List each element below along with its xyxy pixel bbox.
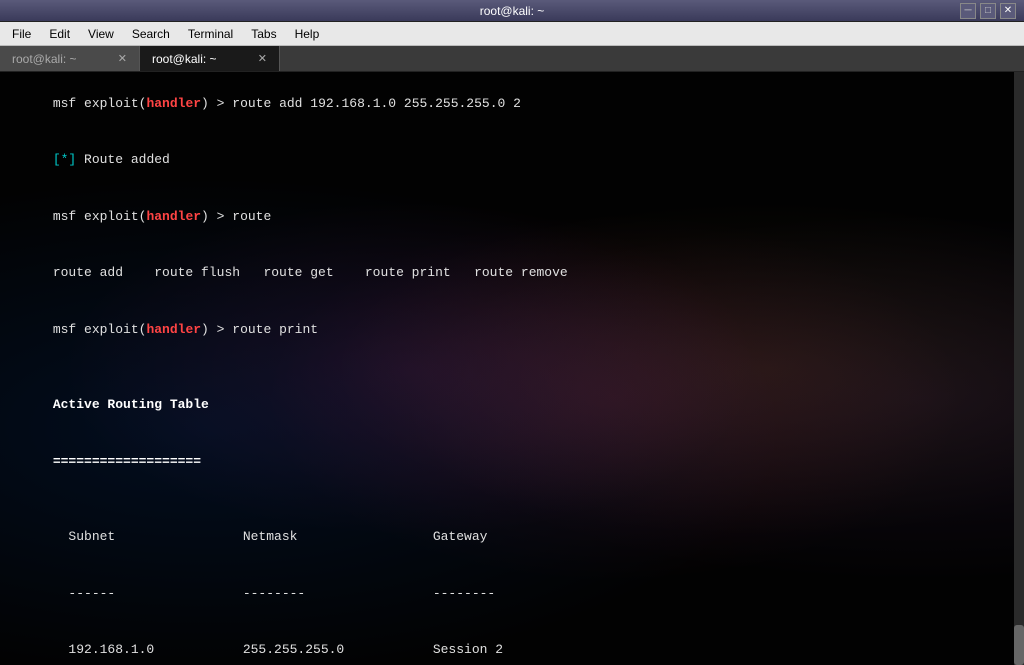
menu-file[interactable]: File (4, 25, 39, 43)
tab-2[interactable]: root@kali: ~ ✕ (140, 46, 280, 71)
window-title: root@kali: ~ (64, 4, 960, 18)
terminal-line-5: msf exploit(handler) > route print (6, 302, 1018, 359)
maximize-button[interactable]: □ (980, 3, 996, 19)
menu-bar: File Edit View Search Terminal Tabs Help (0, 22, 1024, 46)
tab-2-close[interactable]: ✕ (258, 52, 267, 65)
terminal-line-4: route add route flush route get route pr… (6, 246, 1018, 303)
terminal-line-7 (6, 491, 1018, 510)
menu-search[interactable]: Search (124, 25, 178, 43)
terminal-separator: =================== (6, 434, 1018, 491)
close-button[interactable]: ✕ (1000, 3, 1016, 19)
tab-1-label: root@kali: ~ (12, 52, 77, 66)
menu-help[interactable]: Help (287, 25, 328, 43)
terminal-line-2: [*] Route added (6, 133, 1018, 190)
scrollbar-thumb[interactable] (1014, 625, 1024, 665)
menu-tabs[interactable]: Tabs (243, 25, 284, 43)
terminal-line-3: msf exploit(handler) > route (6, 189, 1018, 246)
tab-bar: root@kali: ~ ✕ root@kali: ~ ✕ (0, 46, 1024, 72)
terminal-line-6 (6, 359, 1018, 378)
terminal-table-row: 192.168.1.0255.255.255.0Session 2 (6, 622, 1018, 665)
minimize-button[interactable]: ─ (960, 3, 976, 19)
menu-edit[interactable]: Edit (41, 25, 78, 43)
tab-1[interactable]: root@kali: ~ ✕ (0, 46, 140, 71)
tab-2-label: root@kali: ~ (152, 52, 217, 66)
scrollbar[interactable] (1014, 72, 1024, 665)
terminal-content: msf exploit(handler) > route add 192.168… (6, 76, 1018, 665)
terminal[interactable]: msf exploit(handler) > route add 192.168… (0, 72, 1024, 665)
menu-view[interactable]: View (80, 25, 122, 43)
terminal-line-1: msf exploit(handler) > route add 192.168… (6, 76, 1018, 133)
terminal-table-divider: ---------------------- (6, 566, 1018, 623)
tab-1-close[interactable]: ✕ (118, 52, 127, 65)
menu-terminal[interactable]: Terminal (180, 25, 241, 43)
terminal-table-header: SubnetNetmaskGateway (6, 509, 1018, 566)
title-bar: root@kali: ~ ─ □ ✕ (0, 0, 1024, 22)
terminal-heading: Active Routing Table (6, 378, 1018, 435)
window-controls: ─ □ ✕ (960, 3, 1016, 19)
